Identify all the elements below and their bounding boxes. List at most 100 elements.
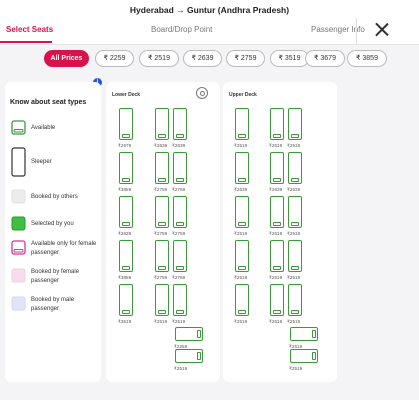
seat-lower[interactable]	[155, 240, 169, 272]
seat-price: ₹2519	[269, 231, 283, 236]
legend-label: Booked by female passenger	[31, 269, 80, 284]
seat-price: ₹2519	[234, 143, 248, 148]
seat-price: ₹2519	[154, 319, 168, 324]
seat-lower[interactable]	[155, 284, 169, 316]
female-booked-icon	[11, 268, 26, 283]
seat-price: ₹2519	[269, 275, 283, 280]
booked-seat-icon	[11, 189, 26, 204]
seat-price: ₹2519	[287, 143, 301, 148]
seat-price: ₹2759	[154, 275, 168, 280]
seat-upper[interactable]	[288, 240, 302, 272]
seat-price: ₹2519	[174, 366, 188, 371]
seat-price: ₹2519	[234, 275, 248, 280]
seat-upper[interactable]	[235, 152, 249, 184]
seat-price: ₹2519	[287, 231, 301, 236]
seat-price: ₹3519	[118, 319, 132, 324]
seat-price: ₹2519	[287, 319, 301, 324]
deck-title: Lower Deck	[112, 92, 141, 98]
price-chip[interactable]: ₹ 3519	[270, 50, 309, 67]
route-title: Hyderabad → Guntur (Andhra Pradesh)	[129, 5, 290, 15]
legend-label: Available	[31, 125, 56, 131]
price-chip[interactable]: ₹ 3859	[347, 50, 387, 67]
seat-upper[interactable]	[235, 240, 249, 272]
seat-upper[interactable]	[270, 196, 284, 228]
legend-label: Booked by others	[31, 194, 78, 200]
price-chip-all[interactable]: All Prices	[44, 50, 89, 67]
steering-wheel-icon	[196, 87, 208, 99]
tab-select-seats[interactable]: Select Seats	[6, 25, 53, 34]
price-chip[interactable]: ₹ 2639	[183, 50, 222, 67]
seat-upper[interactable]	[270, 152, 284, 184]
price-chip[interactable]: ₹ 3679	[305, 50, 345, 67]
price-filter-bar: All Prices ₹ 2259 ₹ 2519 ₹ 2639 ₹ 2759 ₹…	[0, 48, 419, 70]
lower-deck: Lower Deck ₹2679 ₹2639 ₹2639 ₹3859 ₹2759 ₹275…	[106, 82, 220, 382]
seat-upper[interactable]	[288, 108, 302, 140]
seat-price: ₹2639	[287, 187, 301, 192]
seat-lower[interactable]	[173, 284, 187, 316]
seat-price: ₹2639	[172, 143, 186, 148]
seat-upper[interactable]	[270, 284, 284, 316]
seat-price: ₹2759	[172, 231, 186, 236]
seat-price: ₹2519	[234, 319, 248, 324]
deck-title: Upper Deck	[229, 92, 257, 98]
seat-price: ₹2639	[234, 187, 248, 192]
seat-price: ₹3859	[118, 275, 132, 280]
selected-seat-icon	[11, 216, 26, 231]
sleeper-seat-upper[interactable]	[290, 349, 318, 363]
legend-label: Selected by you	[31, 221, 74, 227]
seat-upper[interactable]	[235, 284, 249, 316]
seat-lower[interactable]	[119, 240, 133, 272]
seat-lower[interactable]	[155, 108, 169, 140]
seat-upper[interactable]	[270, 108, 284, 140]
seat-lower[interactable]	[173, 240, 187, 272]
seat-price: ₹2679	[118, 143, 132, 148]
sleeper-seat-icon	[11, 147, 26, 177]
seat-price: ₹2519	[234, 231, 248, 236]
seat-upper[interactable]	[288, 284, 302, 316]
seat-price: ₹2519	[172, 319, 186, 324]
seat-lower[interactable]	[119, 196, 133, 228]
sleeper-seat-lower[interactable]	[175, 349, 203, 363]
tab-board-drop-point[interactable]: Board/Drop Point	[151, 25, 212, 34]
available-seat-icon	[11, 120, 26, 135]
seat-upper[interactable]	[288, 196, 302, 228]
seat-upper[interactable]	[235, 108, 249, 140]
seat-lower[interactable]	[155, 152, 169, 184]
seat-price: ₹2639	[269, 187, 283, 192]
close-icon[interactable]	[370, 18, 394, 42]
price-chip[interactable]: ₹ 2519	[139, 50, 179, 67]
price-chip[interactable]: ₹ 2259	[95, 50, 134, 67]
sleeper-seat-lower[interactable]	[175, 327, 203, 341]
header-bar: Hyderabad → Guntur (Andhra Pradesh) Sele…	[0, 0, 419, 45]
male-booked-icon	[11, 296, 26, 311]
seat-price: ₹2639	[154, 143, 168, 148]
seat-lower[interactable]	[119, 152, 133, 184]
legend-label: Sleeper	[31, 159, 52, 165]
price-chip[interactable]: ₹ 2759	[226, 50, 265, 67]
female-available-icon	[11, 240, 26, 255]
seat-lower[interactable]	[119, 284, 133, 316]
seat-upper[interactable]	[270, 240, 284, 272]
seat-price: ₹2639	[118, 231, 132, 236]
seat-price: ₹2759	[172, 187, 186, 192]
legend-label: Available only for female passenger	[31, 241, 97, 256]
seat-price: ₹2759	[172, 275, 186, 280]
seat-lower[interactable]	[155, 196, 169, 228]
seat-price: ₹2519	[287, 275, 301, 280]
seat-upper[interactable]	[288, 152, 302, 184]
seat-upper[interactable]	[235, 196, 249, 228]
seat-lower[interactable]	[173, 152, 187, 184]
seat-lower[interactable]	[173, 196, 187, 228]
upper-deck: Upper Deck ₹2519 ₹2519 ₹2519 ₹2639 ₹2639 ₹263…	[223, 82, 337, 382]
seat-price: ₹3859	[118, 187, 132, 192]
legend-label: Booked by male passenger	[31, 297, 75, 312]
seat-price: ₹2759	[154, 231, 168, 236]
seat-legend-panel: Know about seat types Available Sleeper …	[5, 82, 101, 382]
seat-price: ₹2519	[269, 143, 283, 148]
divider	[356, 18, 357, 44]
seat-lower[interactable]	[173, 108, 187, 140]
sleeper-seat-upper[interactable]	[290, 327, 318, 341]
seat-price: ₹2759	[154, 187, 168, 192]
seat-lower[interactable]	[119, 108, 133, 140]
active-tab-indicator	[0, 41, 52, 43]
